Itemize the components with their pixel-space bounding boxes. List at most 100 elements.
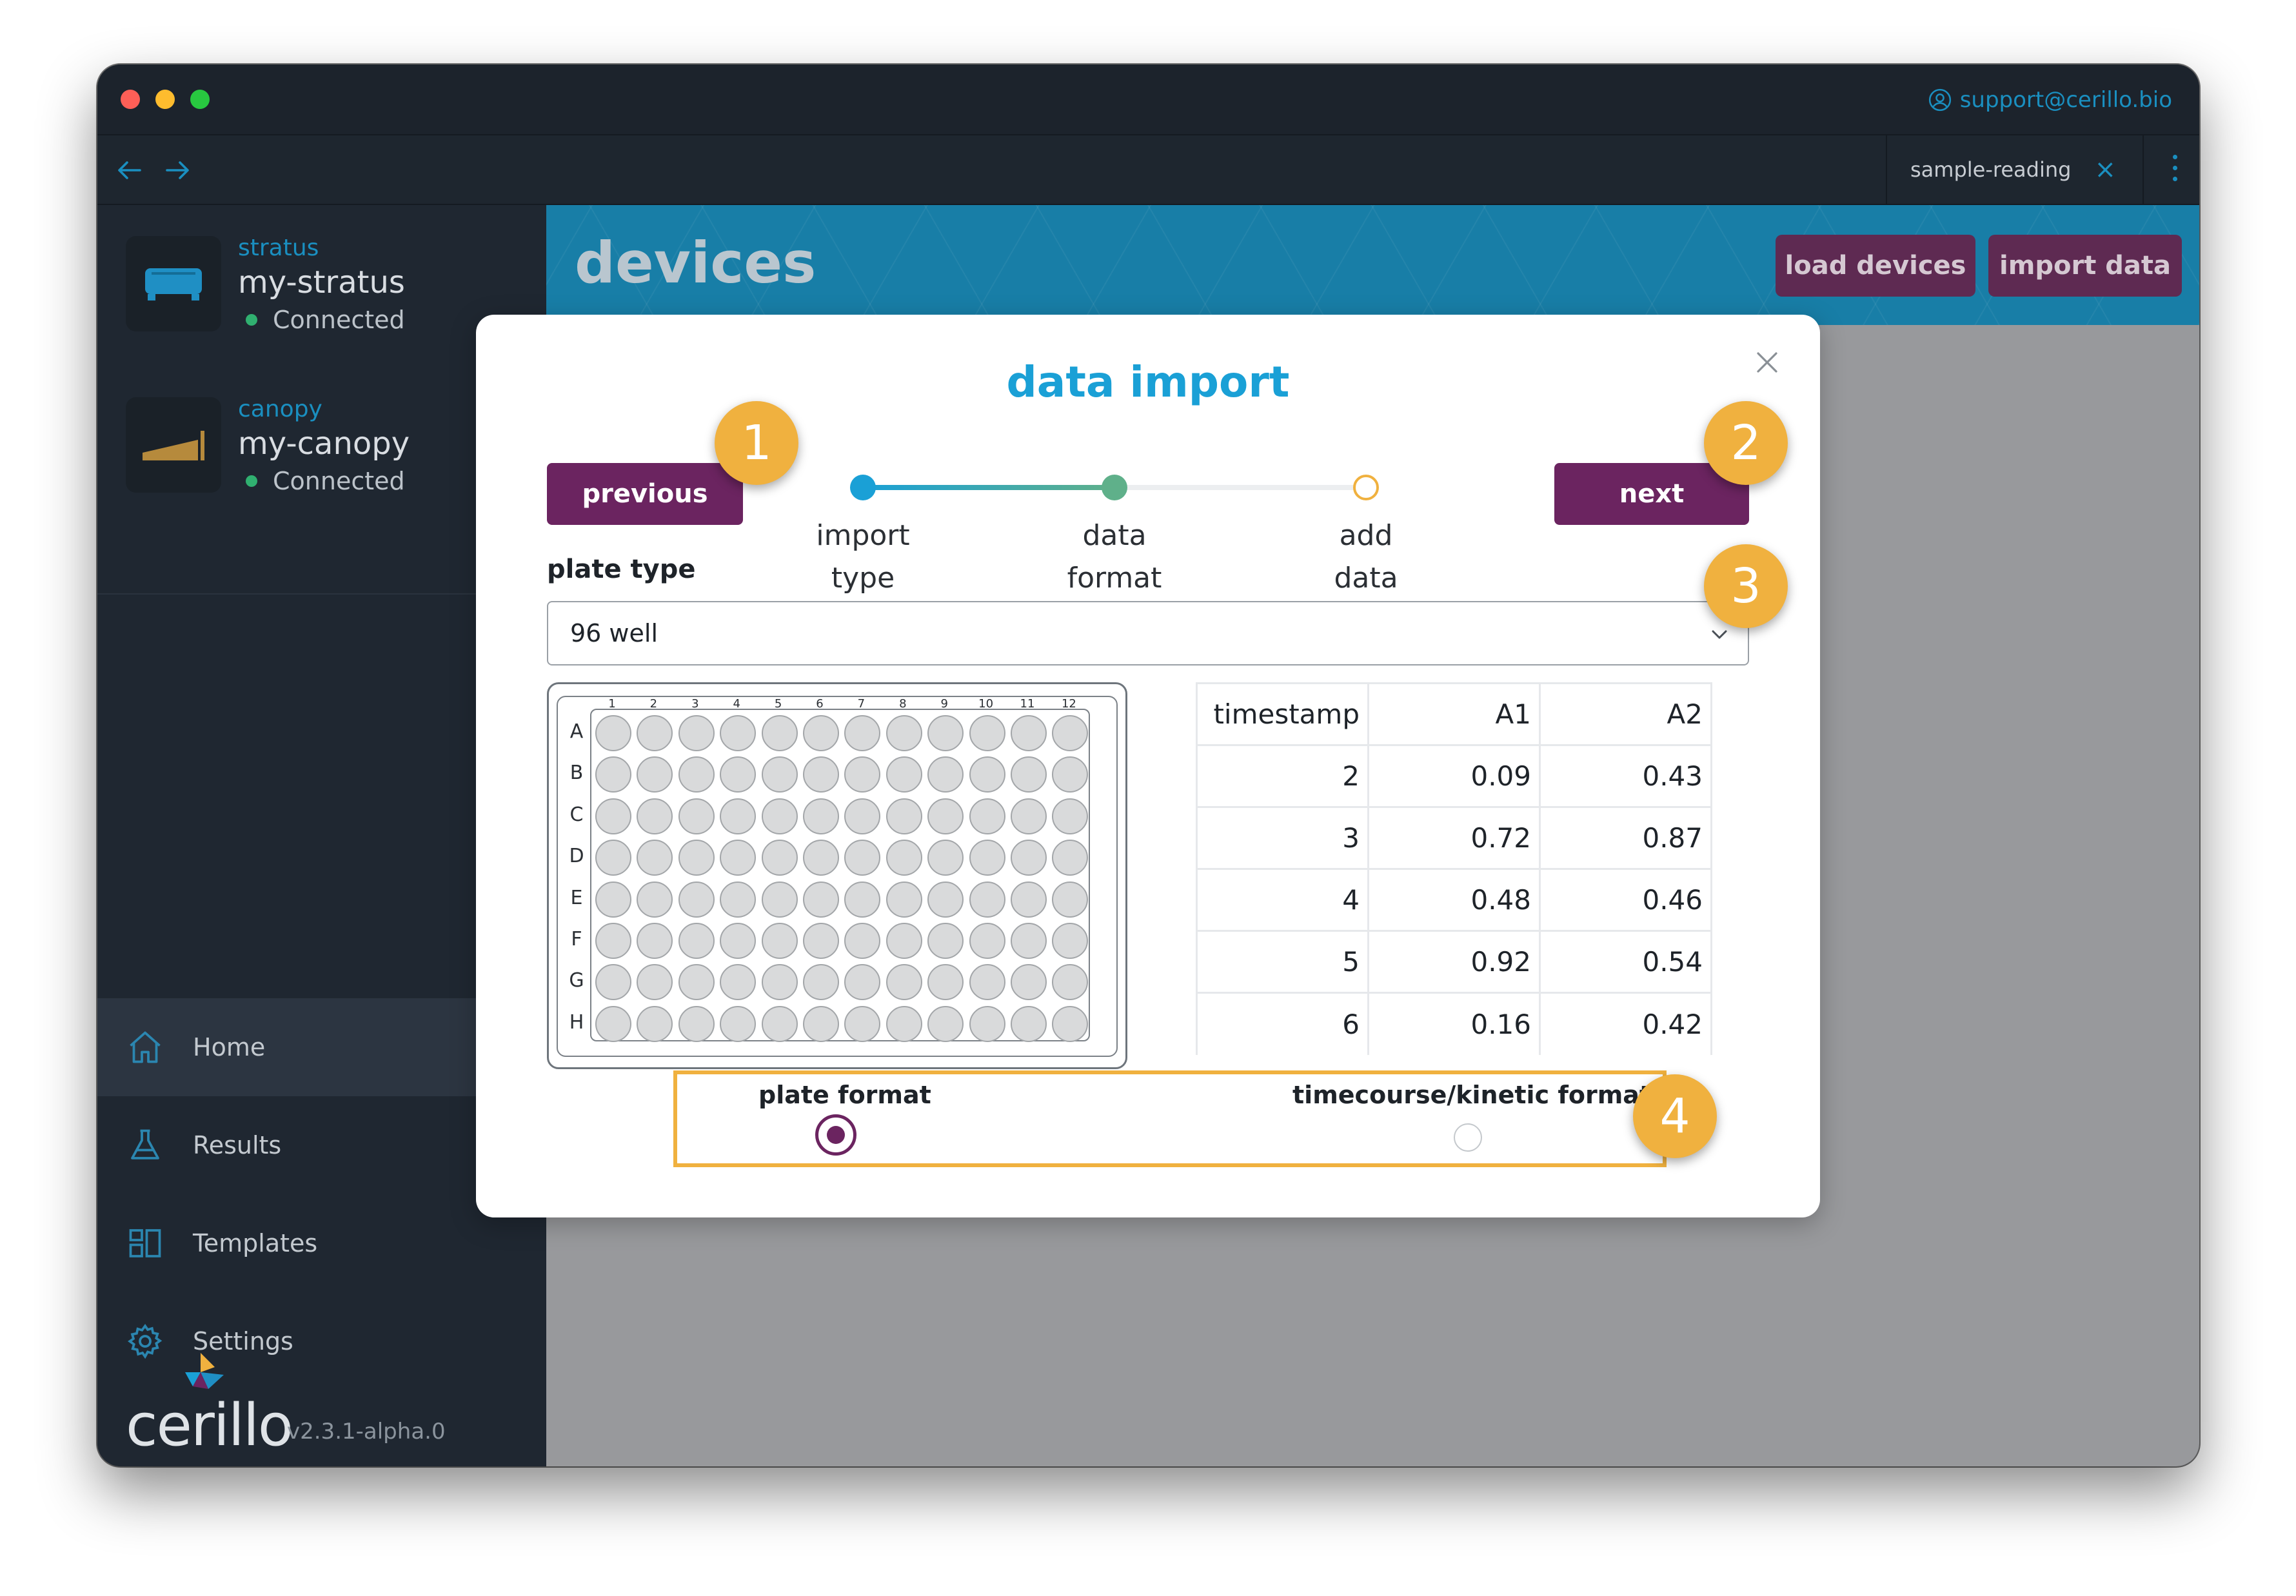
- table-cell: 3: [1196, 806, 1369, 870]
- chevron-down-icon: [1712, 630, 1727, 639]
- canopy-device-icon: [126, 397, 221, 493]
- plate-well: [761, 756, 798, 793]
- support-email: support@cerillo.bio: [1959, 87, 2172, 113]
- table-cell: 0.54: [1539, 930, 1712, 994]
- table-cell: 0.92: [1367, 930, 1541, 994]
- kinetic-format-label: timecourse/kinetic format: [1292, 1081, 1652, 1109]
- tab-close-icon[interactable]: ×: [2094, 157, 2116, 182]
- back-arrow-icon[interactable]: [114, 155, 145, 186]
- plate-well: [844, 840, 881, 876]
- data-import-modal: data import previous next import type dat…: [476, 315, 1820, 1217]
- plate-well: [720, 715, 757, 751]
- step-dot-add-data[interactable]: [1353, 475, 1379, 500]
- kinetic-format-radio[interactable]: [1454, 1123, 1482, 1152]
- stepper-remaining-line: [1114, 485, 1366, 490]
- page-header: devices load devices import data: [546, 205, 2199, 325]
- plate-well: [969, 881, 1005, 918]
- plate-well: [595, 715, 631, 751]
- import-data-button[interactable]: import data: [1988, 235, 2182, 297]
- close-icon[interactable]: [1752, 347, 1783, 378]
- plate-row-label: C: [569, 803, 584, 826]
- table-cell: 0.43: [1539, 744, 1712, 808]
- status-text: Connected: [273, 306, 405, 334]
- brand-logo: cerillo v2.3.1-alpha.0: [126, 1353, 487, 1459]
- plate-well: [1011, 923, 1047, 959]
- callout-badge-4: 4: [1633, 1074, 1717, 1158]
- minimize-window-button[interactable]: [155, 90, 175, 109]
- maximize-window-button[interactable]: [190, 90, 210, 109]
- table-header-cell: A2: [1539, 682, 1712, 746]
- modal-title: data import: [1006, 357, 1290, 407]
- device-name: my-canopy: [238, 426, 410, 462]
- callout-badge-1: 1: [715, 401, 798, 485]
- table-cell: 0.46: [1539, 868, 1712, 932]
- close-window-button[interactable]: [121, 90, 140, 109]
- plate-format-radio[interactable]: [815, 1114, 856, 1156]
- plate-well: [927, 840, 964, 876]
- status-text: Connected: [273, 467, 405, 495]
- sidebar-item-label: Settings: [193, 1327, 293, 1355]
- step-label-import-type: import type: [816, 519, 910, 595]
- plate-well: [886, 798, 922, 834]
- table-row: 6 0.16 0.42: [1196, 992, 1712, 1055]
- plate-well: [844, 715, 881, 751]
- plate-well: [886, 715, 922, 751]
- plate-well: [1011, 798, 1047, 834]
- device-card-stratus[interactable]: stratus my-stratus Connected: [126, 224, 526, 366]
- stepper-progress-line: [863, 485, 1114, 490]
- plate-well: [678, 1005, 715, 1042]
- plate-outline: 1 2 3 4 5 6 7 8 9 10 11 12 ABCDEFGH: [557, 696, 1118, 1057]
- plate-well: [1052, 756, 1089, 793]
- plate-preview: 1 2 3 4 5 6 7 8 9 10 11 12 ABCDEFGH: [547, 682, 1127, 1069]
- table-cell: 5: [1196, 930, 1369, 994]
- support-link[interactable]: support@cerillo.bio: [1928, 84, 2172, 116]
- plate-well: [969, 840, 1005, 876]
- load-devices-button[interactable]: load devices: [1776, 235, 1975, 297]
- plate-row-label: G: [569, 969, 584, 992]
- table-cell: 0.87: [1539, 806, 1712, 870]
- user-circle-icon: [1928, 88, 1951, 112]
- plate-well: [678, 756, 715, 793]
- plate-row-label: H: [569, 1010, 584, 1034]
- plate-well: [969, 756, 1005, 793]
- table-cell: 6: [1196, 992, 1369, 1055]
- plate-well: [927, 715, 964, 751]
- status-dot-icon: [246, 475, 257, 487]
- plate-well: [844, 756, 881, 793]
- plate-well: [803, 798, 839, 834]
- previous-button[interactable]: previous: [547, 463, 743, 525]
- plate-well: [1011, 964, 1047, 1001]
- plate-well: [761, 840, 798, 876]
- plate-type-select[interactable]: 96 well: [547, 601, 1749, 665]
- plate-format-label: plate format: [758, 1081, 931, 1109]
- table-cell: 0.72: [1367, 806, 1541, 870]
- tab-sample-reading[interactable]: sample-reading ×: [1886, 135, 2144, 204]
- app-version: v2.3.1-alpha.0: [287, 1419, 446, 1444]
- callout-badge-3: 3: [1704, 544, 1788, 628]
- sidebar-item-label: Templates: [193, 1229, 318, 1257]
- title-bar: support@cerillo.bio: [97, 64, 2199, 135]
- plate-well: [595, 840, 631, 876]
- templates-icon: [129, 1229, 161, 1257]
- plate-well: [761, 798, 798, 834]
- plate-well: [1011, 840, 1047, 876]
- device-card-canopy[interactable]: canopy my-canopy Connected: [126, 386, 526, 527]
- plate-well: [637, 715, 673, 751]
- plate-well: [927, 798, 964, 834]
- table-cell: 0.48: [1367, 868, 1541, 932]
- plate-well: [803, 756, 839, 793]
- data-preview-table: timestamp A1 A2 2 0.09 0.43 3 0.72 0.87 4 0.48 0…: [1196, 682, 1712, 1055]
- step-dot-data-format[interactable]: [1102, 475, 1127, 500]
- plate-well: [637, 1005, 673, 1042]
- table-row: 4 0.48 0.46: [1196, 868, 1712, 932]
- forward-arrow-icon[interactable]: [162, 155, 193, 186]
- step-dot-import-type[interactable]: [850, 475, 876, 500]
- more-options-icon[interactable]: [2171, 155, 2179, 186]
- plate-well: [1052, 715, 1089, 751]
- stratus-device-icon: [126, 236, 221, 331]
- plate-well: [761, 715, 798, 751]
- plate-well: [720, 840, 757, 876]
- step-label-data-format: data format: [1067, 519, 1162, 595]
- table-cell: 0.42: [1539, 992, 1712, 1055]
- plate-well: [969, 1005, 1005, 1042]
